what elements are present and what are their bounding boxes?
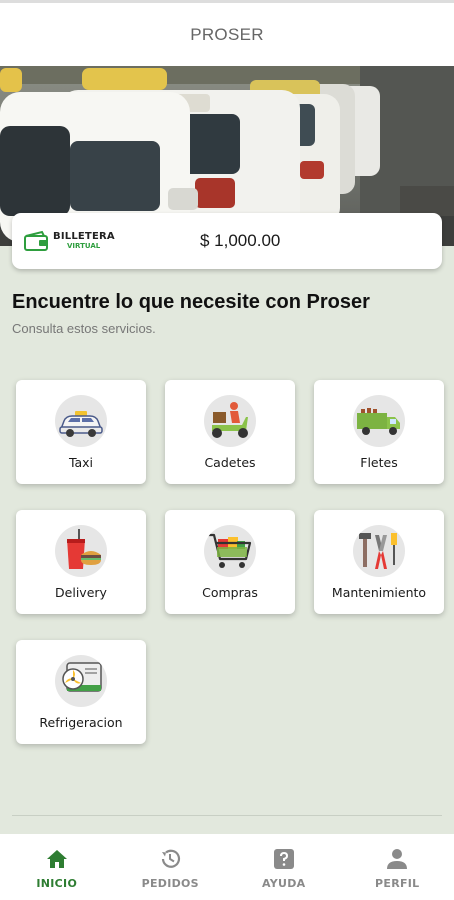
service-label: Compras [202,585,258,600]
truck-icon [353,395,405,447]
service-label: Cadetes [204,455,256,470]
page-title: Encuentre lo que necesite con Proser [12,291,370,313]
app-title: PROSER [190,24,264,44]
service-label: Mantenimiento [331,585,427,600]
service-card-taxi[interactable]: Taxi [16,380,146,484]
service-card-fletes[interactable]: Fletes [314,380,444,484]
nav-label-inicio: INICIO [36,877,78,890]
service-label: Refrigeracion [39,715,123,730]
page-subtitle: Consulta estos servicios. [12,321,156,336]
nav-label-ayuda: AYUDA [261,877,306,890]
service-label: Taxi [68,455,94,470]
taxi-icon [55,395,107,447]
nav-item-ayuda[interactable]: AYUDA [234,848,334,890]
wallet-logo-subtitle: VIRTUAL [67,242,101,250]
wallet-card[interactable]: BILLETERA VIRTUAL $ 1,000.00 [12,213,442,269]
app-bar: PROSER [0,0,454,66]
service-card-compras[interactable]: Compras [165,510,295,614]
history-icon [162,849,181,868]
wallet-balance: $ 1,000.00 [200,231,281,250]
help-icon [273,849,294,869]
nav-item-perfil[interactable]: PERFIL [347,848,447,890]
nav-label-perfil: PERFIL [375,877,420,890]
nav-label-pedidos: PEDIDOS [141,877,199,890]
service-card-mantenimiento[interactable]: Mantenimiento [314,510,444,614]
nav-item-pedidos[interactable]: PEDIDOS [120,848,220,890]
wallet-icon [24,230,48,251]
wallet-logo-title: BILLETERA [53,231,115,242]
person-icon [387,849,408,869]
service-card-delivery[interactable]: Delivery [16,510,146,614]
fast-food-icon [55,525,107,577]
service-label: Delivery [55,585,107,600]
nav-item-inicio[interactable]: INICIO [7,848,107,890]
wallet-logo: BILLETERA VIRTUAL [24,230,124,252]
tools-icon [353,525,405,577]
home-icon [46,850,67,868]
shopping-cart-icon [204,525,256,577]
scooter-courier-icon [204,395,256,447]
divider [12,815,442,816]
service-card-cadetes[interactable]: Cadetes [165,380,295,484]
bottom-nav: INICIO PEDIDOS AYUDA PERFIL [0,834,454,900]
air-conditioner-icon [55,655,107,707]
service-card-refrigeracion[interactable]: Refrigeracion [16,640,146,744]
service-label: Fletes [360,455,398,470]
